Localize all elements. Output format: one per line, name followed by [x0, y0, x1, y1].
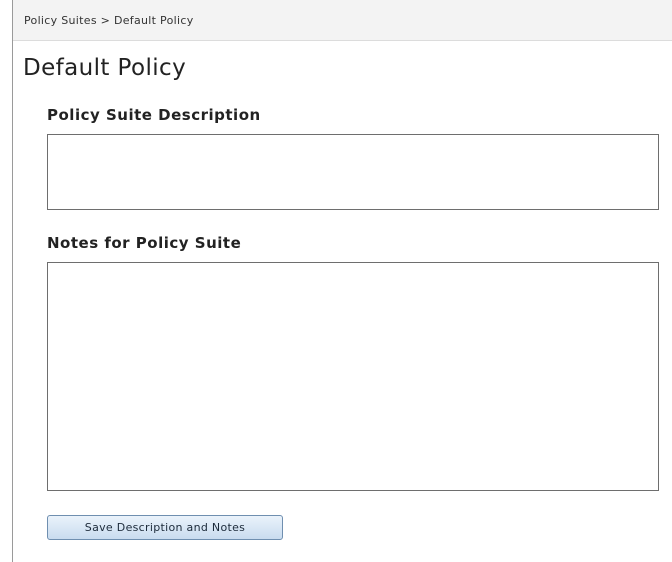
save-description-and-notes-button[interactable]: Save Description and Notes: [47, 515, 283, 540]
policy-suite-description-field[interactable]: [47, 134, 659, 210]
breadcrumb-text[interactable]: Policy Suites > Default Policy: [24, 14, 194, 27]
breadcrumb: Policy Suites > Default Policy: [13, 0, 672, 41]
policy-suite-notes-label: Notes for Policy Suite: [47, 234, 242, 252]
page-title: Default Policy: [23, 55, 187, 81]
policy-suite-page: Policy Suites > Default Policy Default P…: [0, 0, 672, 562]
policy-suite-description-label: Policy Suite Description: [47, 106, 261, 124]
policy-suite-notes-field[interactable]: [47, 262, 659, 491]
panel-left-border: [12, 0, 13, 562]
